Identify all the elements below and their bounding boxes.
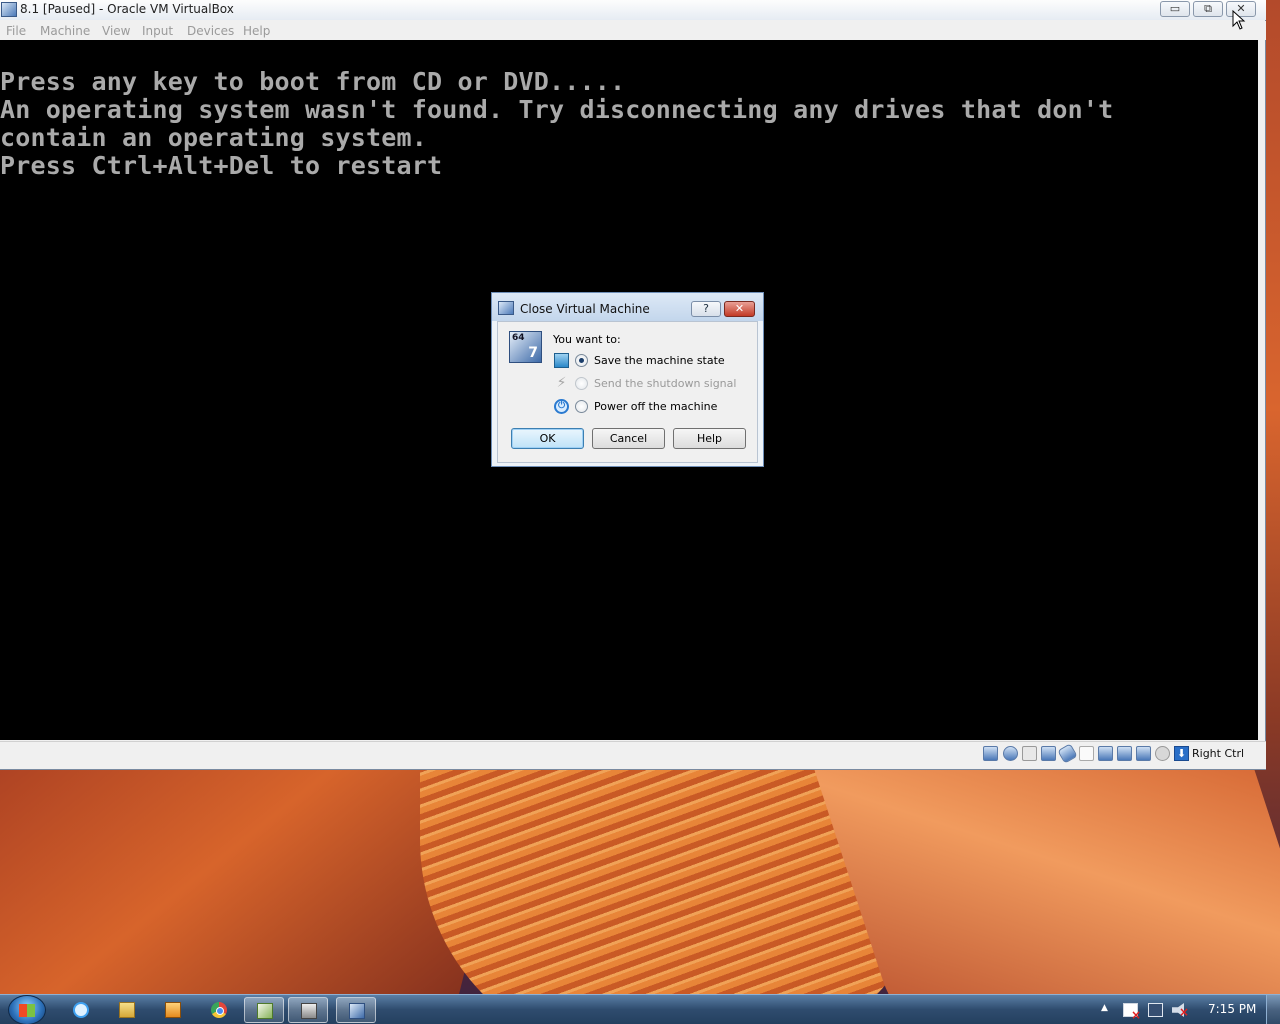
taskbar-media-player[interactable] — [153, 997, 193, 1023]
close-vm-dialog: Close Virtual Machine ? ✕ 64 7 You want … — [491, 292, 764, 467]
network-icon[interactable] — [1041, 746, 1056, 761]
taskbar-virtualbox-manager[interactable] — [244, 997, 284, 1023]
media-player-icon — [165, 1002, 181, 1018]
virtualbox-manager-icon — [257, 1003, 273, 1019]
ok-button[interactable]: OK — [511, 428, 584, 449]
window-titlebar[interactable]: 8.1 [Paused] - Oracle VM VirtualBox ▭ ⧉ … — [0, 0, 1266, 20]
power-off-label[interactable]: Power off the machine — [594, 400, 717, 413]
hostkey-arrow-icon: ⬇ — [1174, 746, 1189, 761]
statusbar: ⬇ Right Ctrl — [0, 741, 1266, 769]
taskbar-virtualbox-vm[interactable] — [336, 997, 376, 1023]
taskbar: ▲ × 7:15 PM — [0, 994, 1280, 1024]
mouse-integration-icon[interactable] — [1155, 746, 1170, 761]
menu-input[interactable]: Input — [142, 24, 173, 38]
shutdown-signal-label: Send the shutdown signal — [594, 377, 737, 390]
cpu-icon[interactable] — [1136, 746, 1151, 761]
menubar: File Machine View Input Devices Help — [0, 21, 1266, 40]
taskbar-clock[interactable]: 7:15 PM — [1208, 1002, 1256, 1016]
menu-help[interactable]: Help — [243, 24, 270, 38]
virtualbox-icon — [1, 2, 17, 17]
window-title: 8.1 [Paused] - Oracle VM VirtualBox — [20, 2, 234, 16]
menu-devices[interactable]: Devices — [187, 24, 234, 38]
mouse-cursor-icon — [1232, 10, 1246, 30]
dialog-help-button[interactable]: ? — [691, 301, 721, 317]
os-windows7-64-icon: 64 7 — [509, 331, 542, 363]
shutdown-signal-radio — [575, 377, 588, 390]
console-line: Press Ctrl+Alt+Del to restart — [0, 151, 443, 180]
power-off-radio[interactable] — [575, 400, 588, 413]
tray-expand-icon[interactable]: ▲ — [1101, 1003, 1108, 1013]
taskbar-windows-explorer[interactable] — [107, 997, 147, 1023]
shared-folders-icon[interactable] — [1079, 746, 1094, 761]
console-line: Press any key to boot from CD or DVD....… — [0, 67, 626, 96]
internet-explorer-icon — [73, 1002, 89, 1018]
hard-disk-icon[interactable] — [983, 746, 998, 761]
app-icon — [301, 1003, 317, 1019]
os-badge: 64 — [512, 333, 525, 343]
taskbar-chrome[interactable] — [199, 997, 239, 1023]
shutdown-signal-icon: ⚡ — [556, 375, 567, 391]
usb-icon[interactable] — [1057, 743, 1078, 764]
dialog-close-button[interactable]: ✕ — [724, 301, 755, 317]
display-icon[interactable] — [1098, 746, 1113, 761]
console-line: contain an operating system. — [0, 123, 428, 152]
video-capture-icon[interactable] — [1117, 746, 1132, 761]
hostkey-label: Right Ctrl — [1192, 747, 1245, 760]
virtualbox-vm-icon — [349, 1003, 365, 1019]
floppy-icon[interactable] — [1022, 746, 1037, 761]
power-off-icon: ⏻ — [554, 399, 569, 414]
save-state-radio[interactable] — [575, 354, 588, 367]
show-desktop-button[interactable] — [1266, 995, 1280, 1024]
taskbar-app[interactable] — [288, 997, 328, 1023]
volume-muted-mark: × — [1179, 1005, 1190, 1019]
save-state-icon — [554, 353, 569, 368]
windows-explorer-icon — [119, 1002, 135, 1018]
menu-view[interactable]: View — [102, 24, 130, 38]
help-button[interactable]: Help — [673, 428, 746, 449]
chrome-icon — [211, 1002, 227, 1018]
taskbar-internet-explorer[interactable] — [61, 997, 101, 1023]
virtualbox-icon — [498, 301, 514, 315]
network-tray-icon[interactable] — [1148, 1003, 1163, 1017]
cancel-button[interactable]: Cancel — [592, 428, 665, 449]
minimize-button[interactable]: ▭ — [1160, 1, 1190, 17]
dialog-body: 64 7 You want to: Save the machine state… — [497, 321, 758, 463]
menu-machine[interactable]: Machine — [40, 24, 90, 38]
dialog-titlebar[interactable]: Close Virtual Machine ? ✕ — [492, 293, 763, 321]
console-line: An operating system wasn't found. Try di… — [0, 95, 1114, 124]
dialog-title: Close Virtual Machine — [520, 302, 650, 316]
start-button[interactable] — [8, 995, 46, 1024]
optical-drive-icon[interactable] — [1003, 746, 1018, 761]
os-version: 7 — [528, 345, 538, 361]
windows-logo-icon — [19, 1004, 35, 1017]
menu-file[interactable]: File — [6, 24, 26, 38]
restore-button[interactable]: ⧉ — [1193, 1, 1223, 17]
action-center-icon[interactable] — [1123, 1003, 1141, 1022]
dialog-prompt: You want to: — [553, 333, 621, 346]
save-state-label[interactable]: Save the machine state — [594, 354, 725, 367]
